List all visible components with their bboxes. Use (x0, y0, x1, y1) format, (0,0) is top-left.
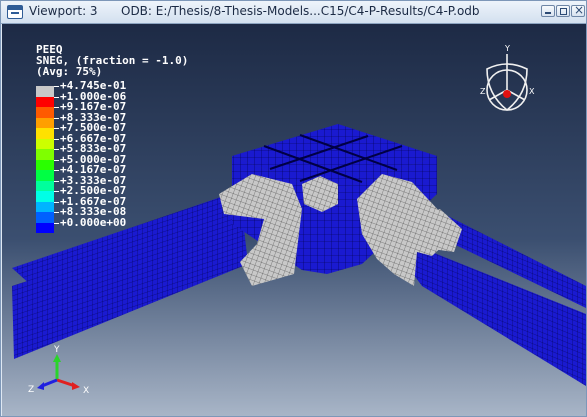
orientation-triad-top (486, 54, 528, 112)
legend-swatch (36, 96, 54, 107)
triad-top-y-label: Y (504, 44, 510, 53)
viewport-label: Viewport: 3 (29, 4, 98, 18)
legend-row: +0.000e+00 (36, 217, 196, 233)
coordinate-triad-bottom (37, 354, 80, 390)
legend-title: PEEQ SNEG, (fraction = -1.0) (Avg: 75%) (36, 44, 188, 77)
close-button[interactable] (571, 3, 585, 17)
legend-value: +0.000e+00 (60, 215, 127, 229)
legend-swatch (36, 191, 54, 202)
legend-scale: +4.745e-01 +1.000e-06 +9.167e-07 +8.333e… (36, 80, 196, 233)
legend-swatch (36, 149, 54, 160)
legend-swatch (36, 86, 54, 97)
contour-legend: PEEQ SNEG, (fraction = -1.0) (Avg: 75%) … (36, 44, 188, 233)
triad-top-x-label: X (529, 87, 535, 96)
model-canvas[interactable]: Y Z X Y Z X PEEQ SNEG, (fraction = -1.0)… (2, 24, 586, 416)
legend-swatch (36, 138, 54, 149)
legend-swatch (36, 201, 54, 212)
legend-swatch (36, 117, 54, 128)
legend-swatch (36, 212, 54, 223)
legend-swatch (36, 180, 54, 191)
legend-swatch (36, 159, 54, 170)
triad-bottom-x-label: X (83, 386, 89, 396)
viewport-titlebar[interactable]: Viewport: 3 ODB: E:/Thesis/8-Thesis-Mode… (1, 1, 586, 24)
maximize-button[interactable] (556, 5, 570, 17)
legend-averaging: (Avg: 75%) (36, 65, 103, 78)
triad-bottom-y-label: Y (53, 345, 60, 355)
triad-bottom-z-label: Z (28, 385, 34, 395)
minimize-button[interactable] (541, 5, 555, 17)
legend-swatch (36, 107, 54, 118)
viewport-window: Viewport: 3 ODB: E:/Thesis/8-Thesis-Mode… (0, 0, 587, 417)
legend-swatch (36, 128, 54, 139)
triad-top-z-label: Z (480, 87, 486, 96)
odb-path: ODB: E:/Thesis/8-Thesis-Models...C15/C4-… (121, 4, 480, 18)
legend-swatch (36, 170, 54, 181)
viewport-icon[interactable] (7, 5, 23, 19)
legend-swatch (36, 222, 54, 233)
